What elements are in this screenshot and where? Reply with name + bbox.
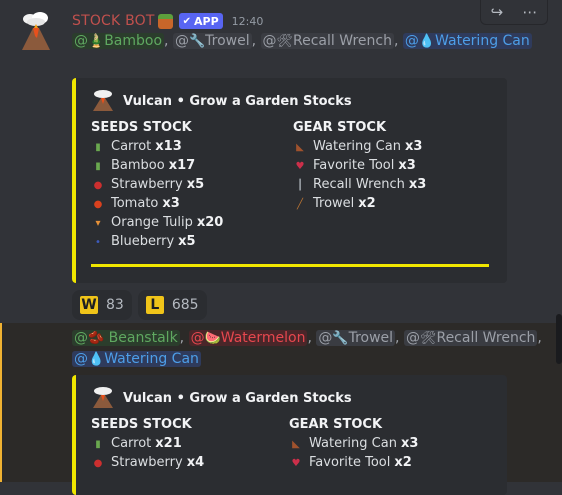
role-mentions: @🫘 Beanstalk, @🍉Watermelon, @🔧Trowel, @🛠… <box>72 330 542 367</box>
gear-item: ♥ Favorite Tool x3 <box>293 157 426 176</box>
app-badge-label: APP <box>194 14 219 28</box>
gear-stock-column: GEAR STOCK ◣ Watering Can x3 ♥ Favorite Too… <box>293 120 426 214</box>
reaction-count: 685 <box>171 297 199 313</box>
gear-item: ♥ Favorite Tool x2 <box>289 454 418 473</box>
role-mentions: @🎍Bamboo, @🔧Trowel, @🛠Recall Wrench, @💧W… <box>72 33 532 49</box>
seeds-stock-column: SEEDS STOCK ▮ Carrot x13 ▮ Bamboo x17 ● Straw… <box>91 120 223 252</box>
app-badge: ✔ APP <box>178 13 223 29</box>
message-header: STOCK BOT ✔ APP 12:40 <box>72 11 263 31</box>
reaction-l[interactable]: L 685 <box>137 290 207 320</box>
stock-embed: Vulcan • Grow a Garden Stocks SEEDS STOC… <box>72 78 507 283</box>
seeds-stock-title: SEEDS STOCK <box>91 417 192 432</box>
volcano-avatar-icon[interactable] <box>18 12 54 52</box>
reply-icon[interactable]: ↪ <box>491 3 504 21</box>
gear-item: ╱ Trowel x2 <box>293 195 426 214</box>
seed-item: • Blueberry x5 <box>91 233 223 252</box>
gear-stock-title: GEAR STOCK <box>293 120 387 135</box>
reaction-w[interactable]: W 83 <box>72 290 132 320</box>
seed-item: ▮ Bamboo x17 <box>91 157 223 176</box>
seed-item: ▮ Carrot x21 <box>91 435 204 454</box>
scrollbar[interactable] <box>556 314 562 364</box>
message-stock-bot: STOCK BOT ✔ APP 12:40 ↪ ⋯ @🎍Bamboo, @🔧Tr… <box>0 0 562 322</box>
seeds-stock-column: SEEDS STOCK ▮ Carrot x21 ● Strawberry x4 <box>91 417 204 473</box>
strawberry-icon: ● <box>93 458 103 469</box>
gear-item: ◣ Watering Can x3 <box>293 138 426 157</box>
stock-embed: Vulcan • Grow a Garden Stocks SEEDS STOC… <box>72 375 507 495</box>
embed-author: Vulcan • Grow a Garden Stocks <box>91 90 352 112</box>
beans-icon: 🫘 <box>88 331 105 346</box>
embed-author-name[interactable]: Vulcan • Grow a Garden Stocks <box>123 391 352 406</box>
seeds-stock-title: SEEDS STOCK <box>91 120 192 135</box>
tools-icon: 🛠 <box>419 331 437 346</box>
seed-item: ▾ Orange Tulip x20 <box>91 214 223 233</box>
mention-recall-wrench[interactable]: @🛠Recall Wrench <box>403 330 538 346</box>
droplet-icon: 💧 <box>88 352 105 367</box>
favorite-tool-icon: ♥ <box>291 458 301 469</box>
volcano-icon <box>93 90 113 111</box>
mention-trowel[interactable]: @🔧Trowel <box>316 330 396 346</box>
embed-author-name[interactable]: Vulcan • Grow a Garden Stocks <box>123 94 352 109</box>
tools-icon: 🛠 <box>276 34 294 49</box>
gear-stock-column: GEAR STOCK ◣ Watering Can x3 ♥ Favorite Too… <box>289 417 418 473</box>
gear-item: ┃ Recall Wrench x3 <box>293 176 426 195</box>
reaction-count: 83 <box>106 297 124 313</box>
reactions: W 83 L 685 <box>72 290 213 320</box>
wrench-icon: 🔧 <box>188 34 206 49</box>
recall-wrench-icon: ┃ <box>296 180 304 191</box>
mention-watering-can[interactable]: @💧Watering Can <box>72 351 201 367</box>
mention-beanstalk[interactable]: @🫘 Beanstalk <box>72 330 180 346</box>
seed-item: ▮ Carrot x13 <box>91 138 223 157</box>
trowel-icon: ╱ <box>296 199 304 210</box>
message-stock-bot-followup: @🫘 Beanstalk, @🍉Watermelon, @🔧Trowel, @🛠… <box>0 323 562 495</box>
message-actions: ↪ ⋯ <box>480 0 548 25</box>
mention-recall-wrench[interactable]: @🛠Recall Wrench <box>260 33 394 49</box>
carrot-icon: ▮ <box>95 142 101 153</box>
blueberry-icon: • <box>95 237 101 248</box>
mention-bamboo[interactable]: @🎍Bamboo <box>72 33 165 49</box>
timestamp[interactable]: 12:40 <box>232 15 264 28</box>
watering-can-icon: ◣ <box>296 142 304 153</box>
favorite-tool-icon: ♥ <box>295 161 305 172</box>
author-name[interactable]: STOCK BOT <box>72 13 155 29</box>
check-icon: ✔ <box>182 15 191 27</box>
carrot-icon: ▮ <box>95 439 101 450</box>
l-emoji-icon: L <box>145 296 164 314</box>
volcano-icon <box>93 387 113 408</box>
tulip-icon: ▾ <box>95 218 101 229</box>
seed-item: ● Tomato x3 <box>91 195 223 214</box>
mention-watermelon[interactable]: @🍉Watermelon <box>188 330 308 346</box>
w-emoji-icon: W <box>80 296 98 314</box>
embed-author: Vulcan • Grow a Garden Stocks <box>91 387 352 409</box>
more-icon[interactable]: ⋯ <box>522 3 537 21</box>
droplet-icon: 💧 <box>418 34 436 49</box>
embed-divider <box>91 264 489 267</box>
gear-item: ◣ Watering Can x3 <box>289 435 418 454</box>
wrench-icon: 🔧 <box>332 331 349 346</box>
bamboo-icon: 🎍 <box>88 34 105 49</box>
mention-trowel[interactable]: @🔧Trowel <box>172 33 252 49</box>
watermelon-icon: 🍉 <box>204 331 221 346</box>
seed-item: ● Strawberry x5 <box>91 176 223 195</box>
strawberry-icon: ● <box>93 180 103 191</box>
bamboo-icon: ▮ <box>95 161 101 172</box>
gear-stock-title: GEAR STOCK <box>289 417 383 432</box>
watering-can-icon: ◣ <box>292 439 300 450</box>
author-emoji-icon <box>157 13 173 29</box>
tomato-icon: ● <box>93 199 103 210</box>
seed-item: ● Strawberry x4 <box>91 454 205 473</box>
mention-watering-can[interactable]: @💧Watering Can <box>402 33 532 49</box>
